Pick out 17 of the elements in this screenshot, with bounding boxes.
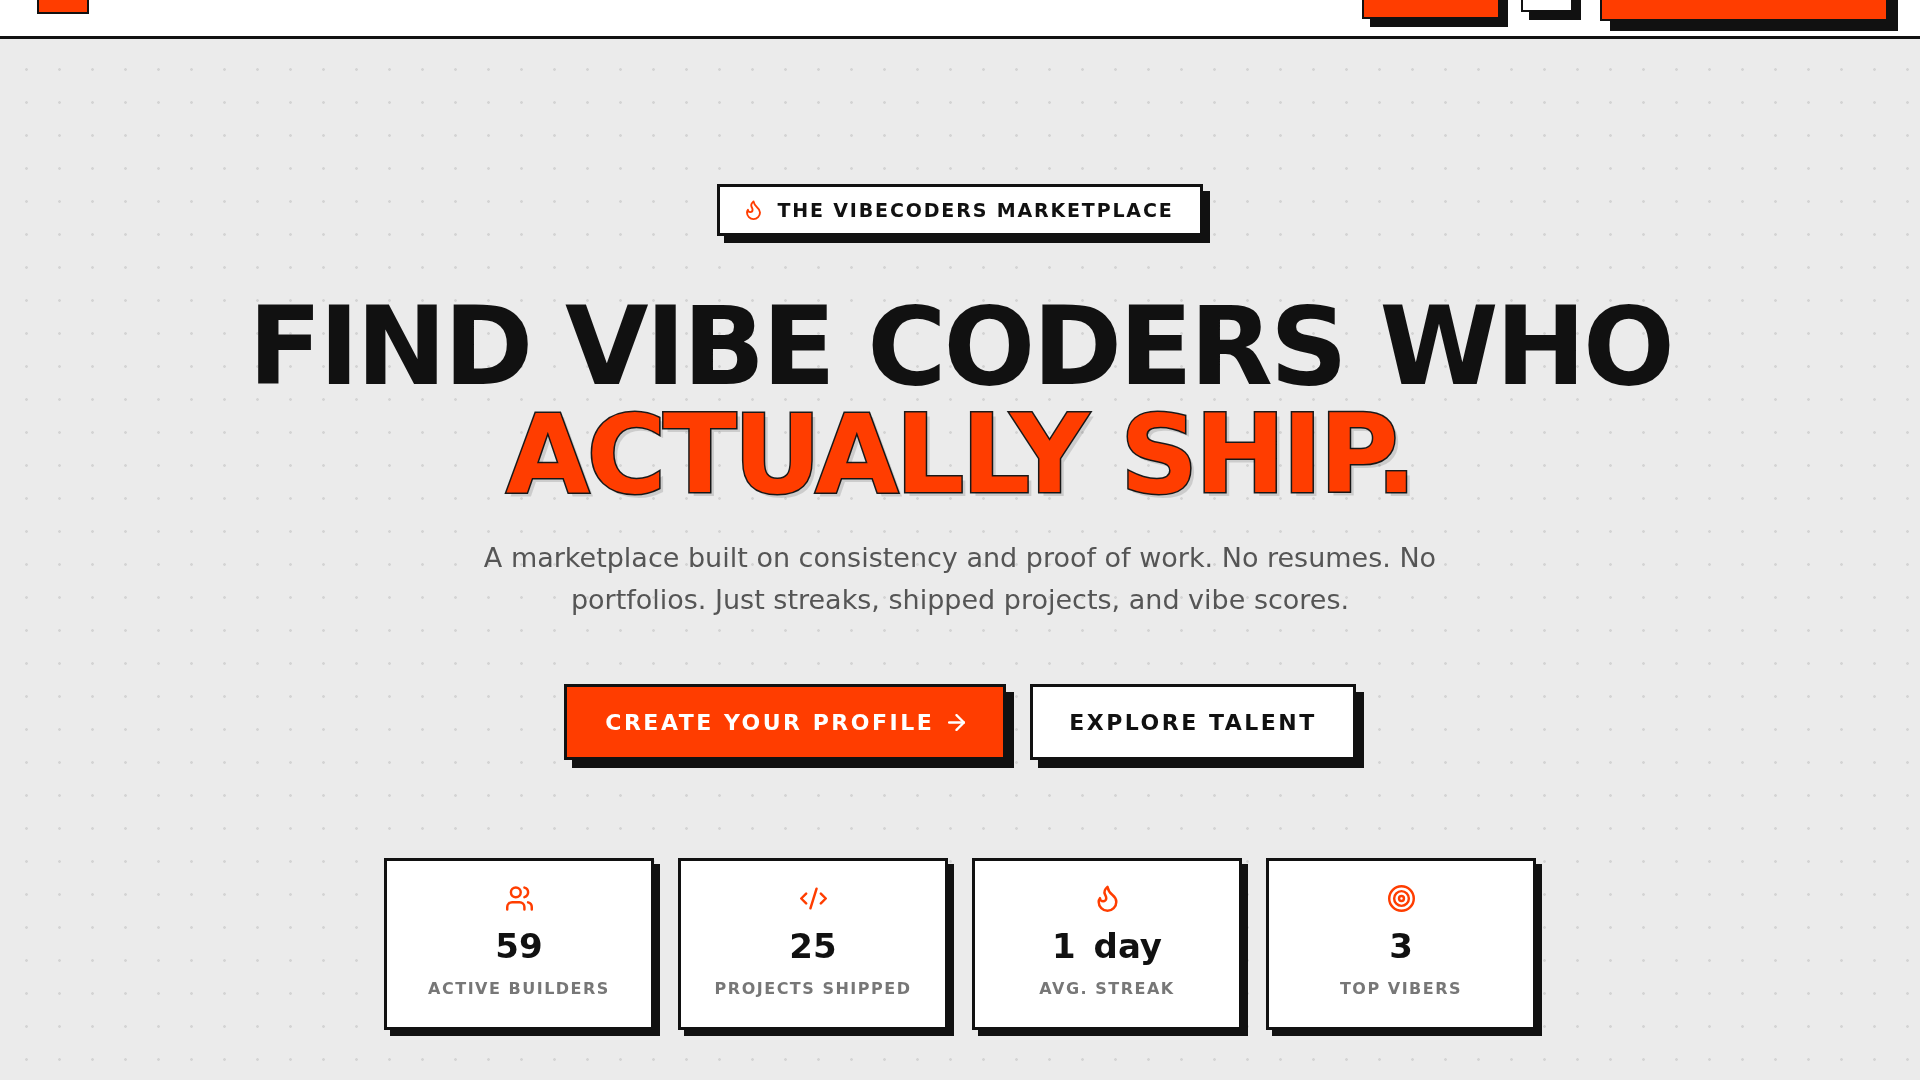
- flame-icon: [746, 200, 762, 220]
- badge-text: THE VIBECODERS MARKETPLACE: [777, 198, 1174, 222]
- stat-label: TOP VIBERS: [1339, 979, 1463, 999]
- stat-label: ACTIVE BUILDERS: [428, 979, 610, 999]
- logo-mark[interactable]: [37, 0, 89, 14]
- code-icon: [799, 885, 827, 912]
- headline-accent-text: ACTUALLY SHIP.: [506, 401, 1414, 509]
- headline-text: FIND VIBE CODERS WHO: [248, 293, 1672, 401]
- stat-value: 3: [1389, 926, 1413, 966]
- description-text: A marketplace built on consistency and proof of work. No resumes. No portfolios. Just streaks, shipped projects, and vibe scores.: [482, 541, 1438, 617]
- stat-label: PROJECTS SHIPPED: [714, 979, 912, 999]
- stat-value: 59: [495, 926, 543, 966]
- stat-value: 25: [789, 926, 837, 966]
- users-icon: [505, 885, 533, 912]
- stat-label: AVG. STREAK: [1039, 979, 1175, 999]
- target-icon: [1387, 885, 1415, 912]
- stat-value: 1 day: [1052, 926, 1162, 966]
